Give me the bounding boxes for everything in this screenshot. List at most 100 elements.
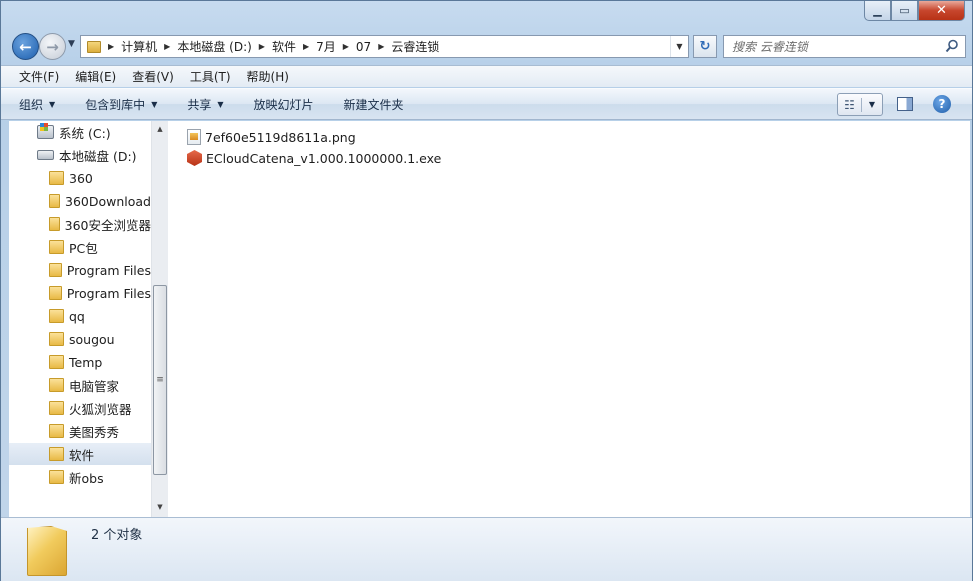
folder-icon	[49, 378, 64, 392]
tree-item-folder[interactable]: qq	[9, 305, 151, 327]
tree-item-folder[interactable]: Program Files	[9, 282, 151, 304]
include-in-library-button[interactable]: 包含到库中 ▼	[85, 96, 157, 113]
folder-icon	[49, 309, 64, 323]
refresh-button[interactable]: ↻	[693, 35, 717, 58]
tree-item-folder-selected[interactable]: 软件	[9, 443, 151, 465]
tree-item-label: qq	[69, 308, 85, 324]
arrow-left-icon: ←	[19, 37, 32, 56]
address-dropdown[interactable]: ▼	[670, 36, 688, 57]
tree-item-folder[interactable]: Program Files	[9, 259, 151, 281]
search-input[interactable]	[732, 39, 932, 54]
system-drive-icon	[37, 123, 54, 139]
breadcrumb-item[interactable]: 计算机	[121, 38, 157, 55]
chevron-down-icon: ▼	[151, 99, 158, 109]
close-button[interactable]: ✕	[918, 1, 965, 21]
tree-item-folder[interactable]: 360Download	[9, 190, 151, 212]
tree-item-folder[interactable]: 新obs	[9, 466, 151, 488]
file-name: 7ef60e5119d8611a.png	[205, 129, 356, 145]
caption-buttons: ▁ ▭ ✕	[864, 1, 965, 21]
breadcrumb-item[interactable]: 7月	[316, 38, 336, 55]
change-view-button[interactable]: ☷ ▼	[837, 93, 883, 116]
file-item[interactable]: 7ef60e5119d8611a.png	[187, 127, 356, 147]
new-folder-button[interactable]: 新建文件夹	[344, 96, 404, 113]
scrollbar-thumb[interactable]: ≡	[153, 285, 167, 475]
search-box[interactable]	[723, 35, 966, 58]
address-bar[interactable]: ▶ 计算机 ▶ 本地磁盘 (D:) ▶ 软件 ▶ 7月 ▶ 07 ▶ 云睿连锁 …	[80, 35, 689, 58]
command-label: 包含到库中	[85, 97, 146, 112]
navigation-scrollbar[interactable]: ▲ ≡ ▼	[151, 121, 168, 517]
minimize-button[interactable]: ▁	[864, 1, 891, 21]
chevron-down-icon: ▼	[217, 99, 224, 109]
help-button[interactable]: ?	[933, 95, 951, 113]
tree-item-folder[interactable]: PC包	[9, 236, 151, 258]
view-list-icon: ☷	[838, 97, 862, 112]
menu-bar: 文件(F) 编辑(E) 查看(V) 工具(T) 帮助(H)	[1, 65, 972, 87]
tree-item-folder[interactable]: 360	[9, 167, 151, 189]
search-icon[interactable]	[945, 39, 959, 53]
tree-item-label: 360	[69, 170, 93, 186]
drive-icon	[37, 150, 54, 160]
folder-icon	[49, 240, 64, 254]
menu-tools[interactable]: 工具(T)	[182, 68, 239, 85]
folder-icon	[49, 286, 62, 300]
back-button[interactable]: ←	[12, 33, 39, 60]
folder-icon	[49, 447, 64, 461]
share-button[interactable]: 共享 ▼	[187, 96, 223, 113]
chevron-right-icon[interactable]: ▶	[259, 42, 265, 51]
tree-item-label: Program Files	[66, 285, 151, 301]
arrow-right-icon: →	[46, 37, 59, 56]
folder-icon	[87, 40, 101, 53]
breadcrumb-item[interactable]: 云睿连锁	[391, 38, 439, 55]
scroll-up-arrow-icon[interactable]: ▲	[152, 121, 168, 137]
tree-item-folder[interactable]: 火狐浏览器	[9, 397, 151, 419]
command-label: 组织	[19, 97, 44, 112]
recent-pages-dropdown[interactable]: ▼	[68, 39, 75, 49]
menu-edit[interactable]: 编辑(E)	[67, 68, 124, 85]
folder-icon	[49, 171, 64, 185]
chevron-right-icon[interactable]: ▶	[303, 42, 309, 51]
navigation-pane: 系统 (C:) 本地磁盘 (D:) 360 360Download 360安全浏…	[9, 121, 151, 517]
chevron-right-icon[interactable]: ▶	[108, 42, 114, 51]
folder-icon	[49, 263, 62, 277]
tree-item-label: Program Files	[66, 262, 151, 278]
tree-item-label: 新obs	[69, 470, 104, 486]
forward-button[interactable]: →	[39, 33, 66, 60]
breadcrumb-item[interactable]: 07	[356, 40, 371, 54]
breadcrumb-item[interactable]: 软件	[272, 38, 296, 55]
menu-file[interactable]: 文件(F)	[11, 68, 67, 85]
chevron-down-icon: ▼	[676, 42, 683, 51]
tree-item-system-drive[interactable]: 系统 (C:)	[9, 121, 151, 143]
chevron-right-icon[interactable]: ▶	[164, 42, 170, 51]
chevron-right-icon[interactable]: ▶	[343, 42, 349, 51]
tree-item-folder[interactable]: 美图秀秀	[9, 420, 151, 442]
explorer-window: ▁ ▭ ✕ ← → ▼ ▶ 计算机 ▶ 本地磁盘 (D:) ▶ 软件 ▶ 7月 …	[0, 0, 973, 581]
menu-view[interactable]: 查看(V)	[124, 68, 182, 85]
folder-icon	[49, 332, 64, 346]
menu-help[interactable]: 帮助(H)	[239, 68, 297, 85]
tree-item-label: Temp	[69, 354, 103, 370]
item-count-status: 2 个对象	[91, 528, 143, 543]
chevron-right-icon[interactable]: ▶	[378, 42, 384, 51]
preview-pane-icon[interactable]	[897, 97, 913, 111]
tree-item-folder[interactable]: sougou	[9, 328, 151, 350]
chevron-down-icon[interactable]: ▼	[862, 100, 882, 109]
navigation-row: ← → ▼ ▶ 计算机 ▶ 本地磁盘 (D:) ▶ 软件 ▶ 7月 ▶ 07 ▶…	[9, 32, 966, 60]
maximize-button[interactable]: ▭	[891, 1, 918, 21]
tree-item-label: 360Download	[65, 193, 151, 209]
organize-button[interactable]: 组织 ▼	[19, 96, 55, 113]
tree-item-folder[interactable]: 360安全浏览器	[9, 213, 151, 235]
refresh-icon: ↻	[699, 39, 711, 54]
breadcrumb-item[interactable]: 本地磁盘 (D:)	[177, 38, 251, 55]
folder-icon	[49, 424, 64, 438]
tree-item-local-drive-d[interactable]: 本地磁盘 (D:)	[9, 144, 151, 166]
tree-item-folder[interactable]: Temp	[9, 351, 151, 373]
folder-icon	[49, 401, 64, 415]
slideshow-button[interactable]: 放映幻灯片	[254, 96, 314, 113]
file-item[interactable]: ECloudCatena_v1.000.1000000.1.exe	[187, 148, 441, 168]
tree-item-folder[interactable]: 电脑管家	[9, 374, 151, 396]
tree-item-label: 电脑管家	[69, 378, 120, 394]
scroll-down-arrow-icon[interactable]: ▼	[152, 499, 168, 515]
command-label: 共享	[187, 97, 212, 112]
chevron-down-icon: ▼	[49, 99, 56, 109]
tree-item-label: 本地磁盘 (D:)	[59, 148, 137, 164]
